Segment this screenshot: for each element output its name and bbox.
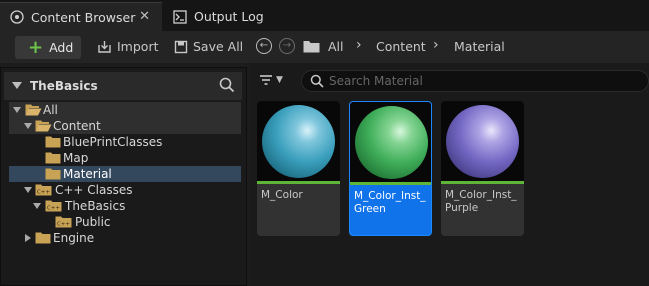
asset-tile[interactable]: M_Color_Inst_Green <box>349 101 432 236</box>
chevron-right-icon: › <box>433 37 439 53</box>
asset-type-bar <box>257 181 340 184</box>
search-icon <box>310 74 324 88</box>
content-browser-icon <box>10 10 24 24</box>
import-label: Import <box>117 39 159 54</box>
breadcrumb-item[interactable]: Material <box>454 39 505 54</box>
tree-item-label: Material <box>63 167 112 181</box>
asset-thumbnail <box>350 102 431 182</box>
cpp-folder-icon: C++ <box>35 184 52 196</box>
save-all-label: Save All <box>193 39 244 54</box>
save-all-button[interactable]: Save All <box>174 39 243 54</box>
cpp-folder-icon: C++ <box>55 216 72 228</box>
expand-arrow-icon[interactable] <box>24 123 32 129</box>
tree-item-label: Map <box>63 151 89 165</box>
tab-bar: Content Browser ✕ Output Log <box>0 0 649 31</box>
filter-icon <box>260 75 272 85</box>
tree-item-label: BluePrintClasses <box>63 135 163 149</box>
material-sphere <box>262 105 335 178</box>
tab-label: Content Browser <box>31 9 136 25</box>
tab-output-log[interactable]: Output Log <box>163 2 313 31</box>
plus-icon: + <box>28 36 44 58</box>
breadcrumb-item[interactable]: Content <box>376 39 426 54</box>
asset-name: M_Color_Inst_Green <box>354 190 426 215</box>
search-bar[interactable] <box>301 70 649 92</box>
sources-title: TheBasics <box>30 79 98 93</box>
import-button[interactable]: Import <box>97 39 159 54</box>
folder-icon <box>45 152 61 164</box>
breadcrumb-item[interactable]: All <box>328 39 344 54</box>
folder-icon <box>303 41 320 53</box>
add-button[interactable]: + Add <box>15 36 81 59</box>
asset-thumbnail <box>441 101 524 181</box>
save-icon <box>174 40 188 53</box>
asset-type-bar <box>350 182 431 185</box>
asset-thumbnail <box>257 101 340 181</box>
tree-item-label: TheBasics <box>65 199 126 213</box>
folder-icon <box>45 136 61 148</box>
tab-content-browser[interactable]: Content Browser ✕ <box>0 2 162 31</box>
collapse-arrow-icon[interactable] <box>12 82 22 89</box>
toolbar: + Add Import Save All ← → All › Content … <box>0 31 649 63</box>
add-button-label: Add <box>49 40 74 55</box>
chevron-right-icon: › <box>356 37 362 53</box>
search-icon[interactable] <box>219 77 235 93</box>
filter-button[interactable]: ▼ <box>259 74 283 86</box>
tree-item-label: All <box>43 103 58 117</box>
close-icon[interactable]: ✕ <box>139 9 150 24</box>
tree-item-label: Public <box>75 215 111 229</box>
output-log-icon <box>173 9 187 24</box>
tab-label: Output Log <box>194 9 264 24</box>
asset-type-bar <box>441 181 524 184</box>
tree-item-material[interactable]: Material <box>9 166 241 182</box>
asset-tile[interactable]: M_Color_Inst_Purple <box>441 101 524 236</box>
expand-arrow-icon[interactable] <box>24 187 32 193</box>
tree-item-content[interactable]: Content <box>9 118 241 134</box>
expand-arrow-icon[interactable] <box>33 203 41 209</box>
svg-text:C++: C++ <box>47 206 60 212</box>
folder-open-icon <box>25 104 42 116</box>
folder-icon <box>45 168 61 180</box>
sources-header[interactable]: TheBasics <box>4 72 242 100</box>
search-input[interactable] <box>329 73 629 89</box>
folder-icon <box>35 232 51 244</box>
collapsed-arrow-icon[interactable] <box>25 234 31 242</box>
expand-arrow-icon[interactable] <box>13 107 21 113</box>
back-icon[interactable]: ← <box>256 38 272 54</box>
material-sphere <box>355 106 428 179</box>
asset-name: M_Color <box>261 189 303 201</box>
forward-icon[interactable]: → <box>279 38 295 54</box>
tree-item-label: C++ Classes <box>55 183 133 197</box>
import-icon <box>98 40 111 53</box>
folder-open-icon <box>35 120 52 132</box>
asset-name: M_Color_Inst_Purple <box>445 189 517 214</box>
tree-item-label: Engine <box>53 231 95 245</box>
material-sphere <box>446 105 519 178</box>
tree-item-all[interactable]: All <box>9 102 241 118</box>
cpp-folder-icon: C++ <box>45 200 62 212</box>
asset-tile[interactable]: M_Color <box>257 101 340 236</box>
tree-item-label: Content <box>53 119 101 133</box>
chevron-down-icon: ▼ <box>276 75 283 85</box>
svg-text:C++: C++ <box>37 190 50 196</box>
svg-text:C++: C++ <box>57 222 70 228</box>
